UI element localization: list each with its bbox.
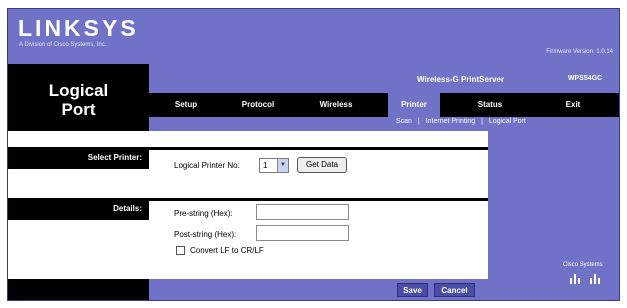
logical-printer-select[interactable]: 1 ▼ <box>259 158 289 173</box>
subtab-scan[interactable]: Scan <box>396 118 412 125</box>
cisco-logo-text: Cisco Systems <box>563 262 603 268</box>
page-title-text: Logical Port <box>48 81 109 119</box>
subtab-bar <box>149 117 619 131</box>
cancel-button[interactable]: Cancel <box>434 283 475 297</box>
section-label-details: Details: <box>8 198 149 220</box>
tab-printer[interactable]: Printer <box>388 93 440 117</box>
post-string-label: Post-string (Hex): <box>174 230 237 239</box>
tab-wireless[interactable]: Wireless <box>311 93 361 117</box>
cisco-logo-icon <box>570 274 600 284</box>
pre-string-input[interactable] <box>256 204 349 220</box>
convert-lf-checkbox[interactable] <box>176 246 185 255</box>
subtab-internet-printing[interactable]: Internet Printing <box>426 118 475 125</box>
logical-printer-label: Logical Printer No: <box>174 161 240 170</box>
divider-top <box>149 147 488 150</box>
subtab-separator: | <box>481 118 483 125</box>
page-title: Logical Port <box>8 81 149 119</box>
tab-protocol[interactable]: Protocol <box>231 93 285 117</box>
logical-printer-value: 1 <box>263 161 268 170</box>
product-name: Wireless-G PrintServer <box>417 75 505 84</box>
subtab-list: Scan | Internet Printing | Logical Port <box>394 118 528 125</box>
product-bar <box>149 64 619 93</box>
router-window: LINKSYS A Division of Cisco Systems, Inc… <box>7 8 620 301</box>
get-data-button[interactable]: Get Data <box>297 157 347 173</box>
tab-bar <box>149 93 619 117</box>
section-label-select-printer: Select Printer: <box>8 147 149 169</box>
post-string-input[interactable] <box>256 225 349 241</box>
subtab-separator: | <box>417 118 420 125</box>
chevron-down-icon[interactable]: ▼ <box>277 159 288 172</box>
divider-middle <box>149 198 488 201</box>
tab-status[interactable]: Status <box>465 93 515 117</box>
firmware-version: Firmware Version: 1.0.14 <box>546 49 613 55</box>
convert-lf-label: Convert LF to CR/LF <box>190 246 264 255</box>
subtab-logical-port[interactable]: Logical Port <box>489 118 526 125</box>
tab-exit[interactable]: Exit <box>553 93 593 117</box>
pre-string-label: Pre-string (Hex): <box>174 209 233 218</box>
linksys-logo: LINKSYS <box>18 15 139 41</box>
save-button[interactable]: Save <box>397 283 428 297</box>
tab-setup[interactable]: Setup <box>163 93 209 117</box>
brand-subtitle: A Division of Cisco Systems, Inc. <box>19 42 107 48</box>
model-number: WPS54GC <box>567 75 603 82</box>
